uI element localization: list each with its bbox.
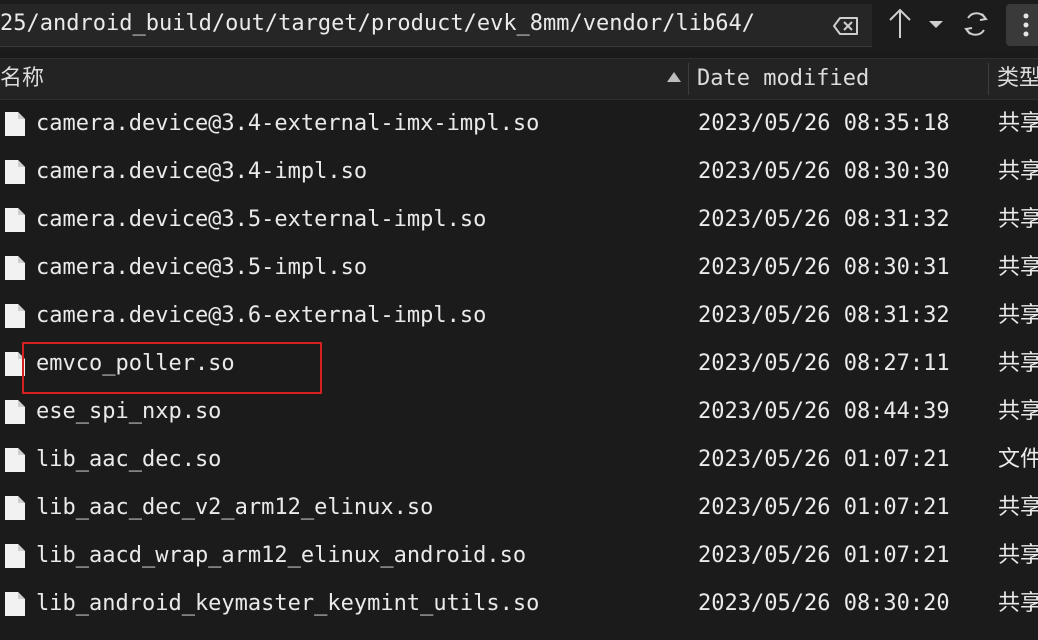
more-vert-icon	[1023, 13, 1029, 37]
file-name[interactable]: ese_spi_nxp.so	[36, 388, 221, 436]
file-date: 2023/05/26 08:35:18	[698, 111, 950, 136]
chevron-down-icon[interactable]	[926, 6, 946, 42]
file-icon	[5, 592, 25, 616]
file-name[interactable]: lib_aac_dec_v2_arm12_elinux.so	[36, 484, 433, 532]
file-name[interactable]: camera.device@3.6-external-impl.so	[36, 292, 486, 340]
column-header: 名称 Date modified 类型	[0, 58, 1038, 100]
file-row[interactable]: camera.device@3.6-external-impl.so 2023/0…	[0, 292, 1038, 340]
file-icon	[5, 112, 25, 136]
column-header-date[interactable]: Date modified	[697, 59, 977, 99]
file-row[interactable]: lib_aac_dec_v2_arm12_elinux.so 2023/05/26…	[0, 484, 1038, 532]
file-row[interactable]: camera.device@3.5-external-impl.so 2023/0…	[0, 196, 1038, 244]
highlight-box	[22, 342, 322, 394]
clear-path-icon[interactable]	[832, 15, 860, 37]
file-date: 2023/05/26 08:30:20	[698, 591, 950, 616]
file-type: 共享	[998, 399, 1038, 424]
file-type: 文件	[998, 447, 1038, 472]
file-row[interactable]: lib_aacd_wrap_arm12_elinux_android.so 202…	[0, 532, 1038, 580]
file-icon	[5, 544, 25, 568]
path-bar[interactable]: 25/android_build/out/target/product/evk_…	[0, 4, 872, 47]
column-header-type[interactable]: 类型	[997, 59, 1038, 99]
file-date: 2023/05/26 01:07:21	[698, 447, 950, 472]
file-icon	[5, 448, 25, 472]
file-type: 共享	[998, 159, 1038, 184]
refresh-icon[interactable]	[960, 6, 992, 42]
file-icon	[5, 208, 25, 232]
sort-ascending-icon	[667, 72, 681, 82]
file-date: 2023/05/26 08:44:39	[698, 399, 950, 424]
file-type: 共享	[998, 255, 1038, 280]
up-arrow-icon[interactable]	[886, 6, 914, 42]
file-name[interactable]: camera.device@3.5-external-impl.so	[36, 196, 486, 244]
file-row[interactable]: lib_aac_dec.so 2023/05/26 01:07:21 文件	[0, 436, 1038, 484]
menu-button[interactable]	[1006, 4, 1038, 46]
file-icon	[5, 400, 25, 424]
file-row[interactable]: ese_spi_nxp.so 2023/05/26 08:44:39 共享	[0, 388, 1038, 436]
file-type: 共享	[998, 495, 1038, 520]
file-date: 2023/05/26 08:30:31	[698, 255, 950, 280]
file-name[interactable]: lib_android_keymaster_keymint_utils.so	[36, 580, 539, 628]
column-divider[interactable]	[688, 63, 689, 95]
toolbar: 25/android_build/out/target/product/evk_…	[0, 0, 1038, 52]
file-row[interactable]: lib_android_keymaster_keymint_utils.so 20…	[0, 580, 1038, 628]
file-date: 2023/05/26 08:27:11	[698, 351, 950, 376]
file-date: 2023/05/26 01:07:21	[698, 495, 950, 520]
path-text[interactable]: 25/android_build/out/target/product/evk_…	[0, 11, 755, 36]
file-date: 2023/05/26 08:31:32	[698, 207, 950, 232]
file-type: 共享	[998, 351, 1038, 376]
file-icon	[5, 256, 25, 280]
file-date: 2023/05/26 01:07:21	[698, 543, 950, 568]
file-type: 共享	[998, 111, 1038, 136]
file-type: 共享	[998, 543, 1038, 568]
file-name[interactable]: camera.device@3.4-impl.so	[36, 148, 367, 196]
file-icon	[5, 304, 25, 328]
file-name[interactable]: camera.device@3.4-external-imx-impl.so	[36, 100, 539, 148]
file-name[interactable]: lib_aacd_wrap_arm12_elinux_android.so	[36, 532, 526, 580]
file-date: 2023/05/26 08:31:32	[698, 303, 950, 328]
file-type: 共享	[998, 207, 1038, 232]
file-row[interactable]: camera.device@3.4-impl.so 2023/05/26 08:3…	[0, 148, 1038, 196]
file-name[interactable]: camera.device@3.5-impl.so	[36, 244, 367, 292]
file-date: 2023/05/26 08:30:30	[698, 159, 950, 184]
file-icon	[5, 496, 25, 520]
file-name[interactable]: lib_aac_dec.so	[36, 436, 221, 484]
file-row[interactable]: camera.device@3.5-impl.so 2023/05/26 08:3…	[0, 244, 1038, 292]
column-divider[interactable]	[988, 63, 989, 95]
column-header-name[interactable]: 名称	[0, 59, 660, 99]
file-row[interactable]: camera.device@3.4-external-imx-impl.so 20…	[0, 100, 1038, 148]
file-type: 共享	[998, 591, 1038, 616]
file-type: 共享	[998, 303, 1038, 328]
file-icon	[5, 160, 25, 184]
